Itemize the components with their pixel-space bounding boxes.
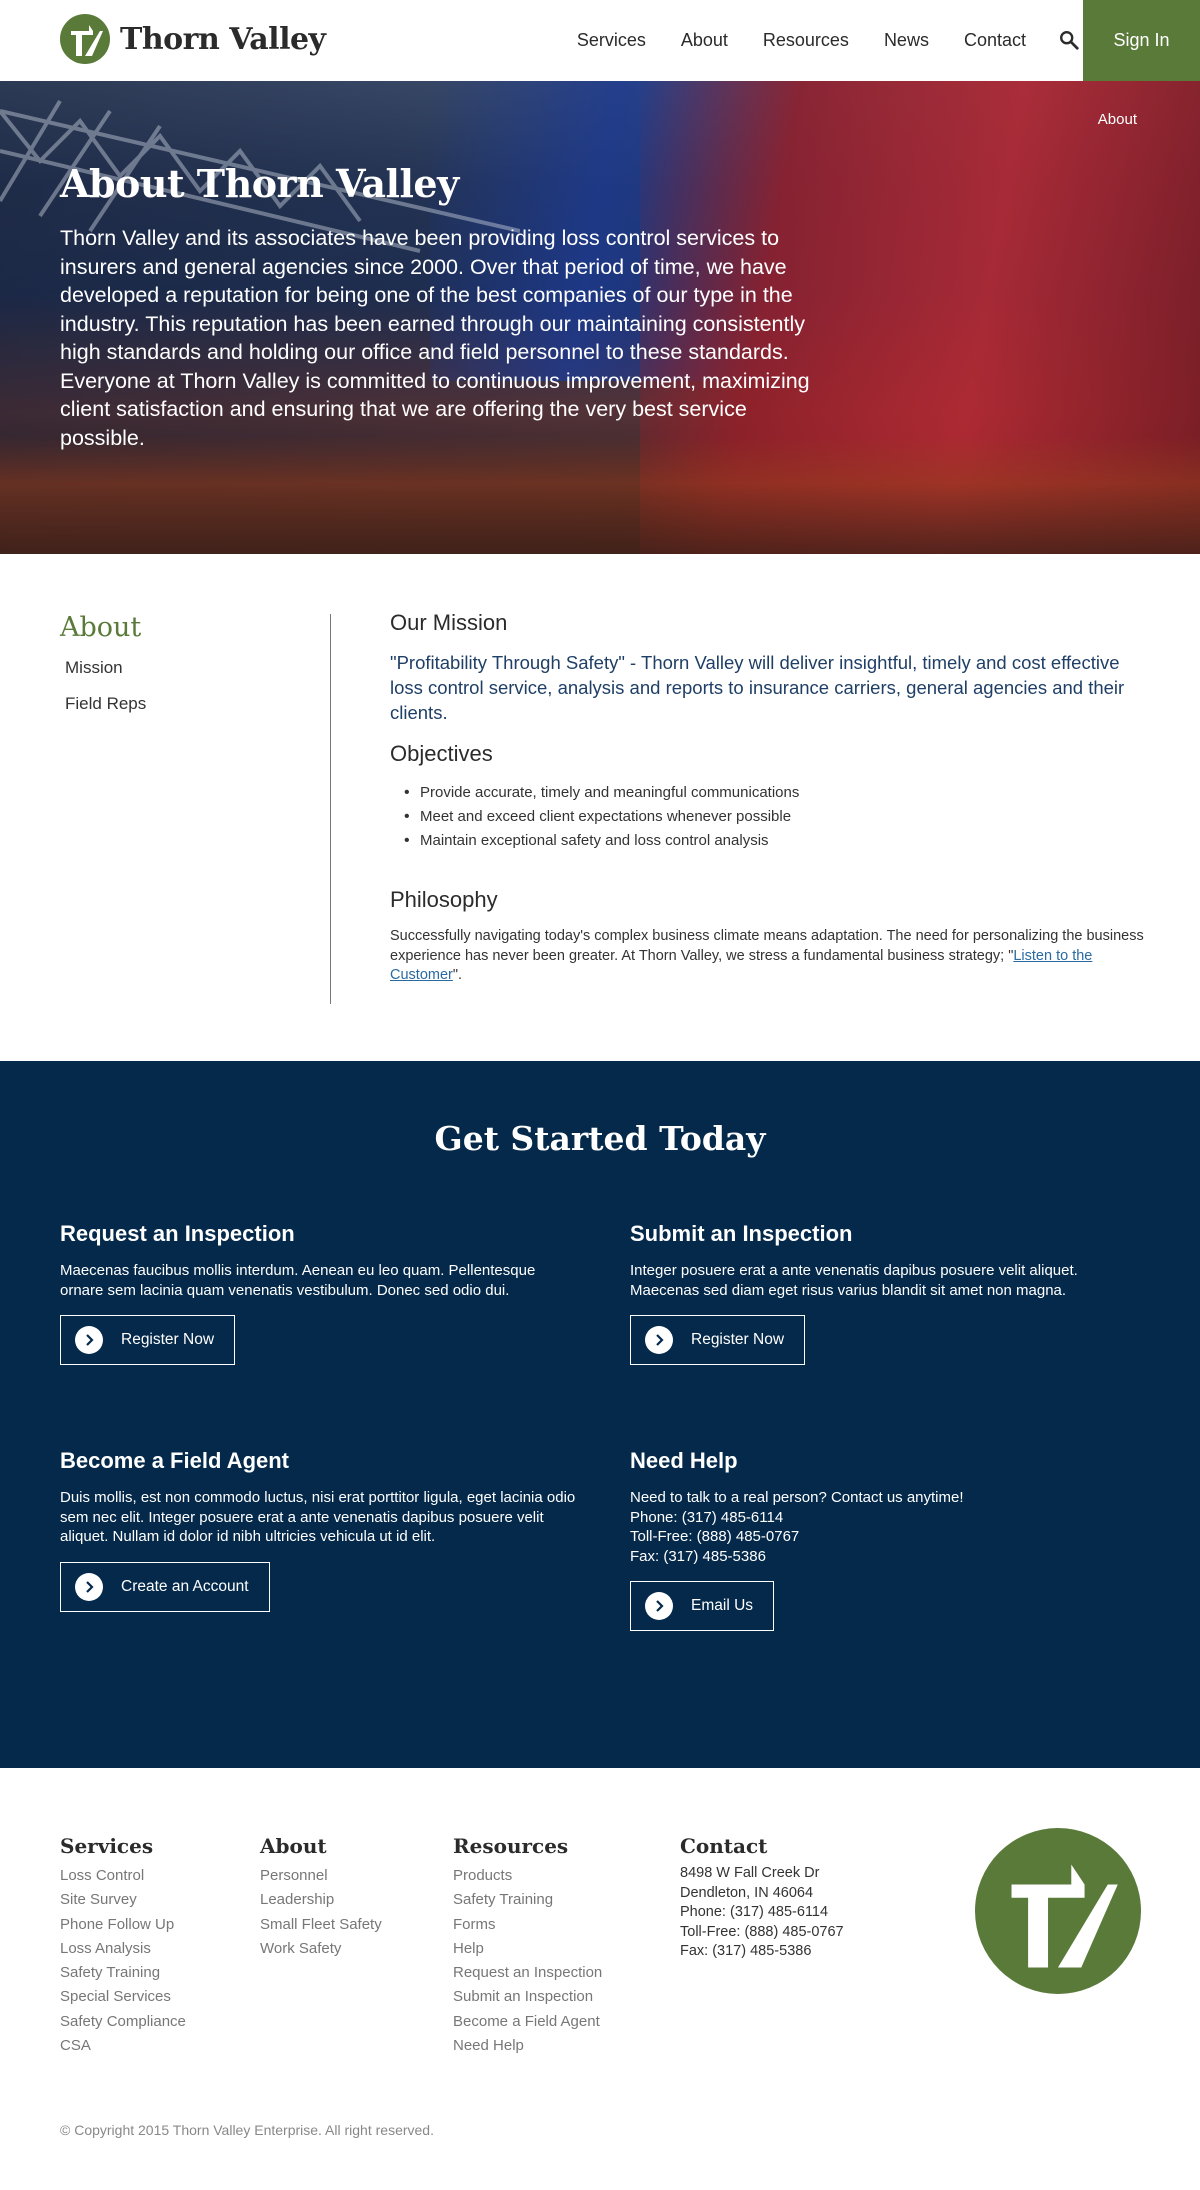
search-icon[interactable] bbox=[1058, 29, 1080, 51]
register-now-button[interactable]: Register Now bbox=[630, 1315, 806, 1365]
contact-address-line-2: Dendleton, IN 46064 bbox=[680, 1884, 814, 1901]
thorn-valley-logo-icon bbox=[60, 14, 110, 64]
card-text: Duis mollis, est non commodo luctus, nis… bbox=[60, 1489, 576, 1545]
card-text: Maecenas faucibus mollis interdum. Aenea… bbox=[60, 1262, 536, 1299]
objectives-heading: Objectives bbox=[390, 741, 493, 766]
philosophy-heading: Philosophy bbox=[390, 887, 498, 912]
card-title: Become a Field Agent bbox=[60, 1448, 290, 1473]
copyright-text: © Copyright 2015 Thorn Valley Enterprise… bbox=[60, 2122, 434, 2138]
chevron-right-circle-icon bbox=[75, 1326, 103, 1354]
list-item: Meet and exceed client expectations when… bbox=[402, 805, 1150, 829]
footer-about-column: About Personnel Leadership Small Fleet S… bbox=[260, 1834, 382, 1961]
chevron-right-circle-icon bbox=[645, 1326, 673, 1354]
footer-link[interactable]: Submit an Inspection bbox=[453, 1985, 602, 2009]
footer-link[interactable]: Phone Follow Up bbox=[60, 1913, 186, 1937]
nav-contact[interactable]: Contact bbox=[964, 30, 1026, 51]
footer-heading: About bbox=[260, 1834, 327, 1858]
list-item: Maintain exceptional safety and loss con… bbox=[402, 829, 1150, 853]
chevron-right-circle-icon bbox=[645, 1592, 673, 1620]
nav-services[interactable]: Services bbox=[577, 30, 646, 51]
register-now-button[interactable]: Register Now bbox=[60, 1315, 236, 1365]
contact-phone: Phone: (317) 485-6114 bbox=[680, 1904, 829, 1920]
footer-link[interactable]: Become a Field Agent bbox=[453, 2010, 602, 2034]
card-title: Need Help bbox=[630, 1448, 738, 1473]
footer-link[interactable]: Leadership bbox=[260, 1888, 382, 1912]
get-started-title: Get Started Today bbox=[434, 1119, 766, 1158]
footer-services-column: Services Loss Control Site Survey Phone … bbox=[60, 1834, 186, 2058]
email-us-button[interactable]: Email Us bbox=[630, 1581, 775, 1631]
footer-link[interactable]: Safety Compliance bbox=[60, 2010, 186, 2034]
sidebar-divider bbox=[330, 614, 331, 1004]
help-text: Need to talk to a real person? Contact u… bbox=[630, 1489, 964, 1506]
card-text: Need to talk to a real person? Contact u… bbox=[630, 1488, 1150, 1566]
contact-tollfree: Toll-Free: (888) 485-0767 bbox=[680, 1923, 844, 1940]
button-label: Create an Account bbox=[121, 1577, 249, 1595]
hero-intro-text: Thorn Valley and its associates have bee… bbox=[60, 226, 810, 450]
footer-heading: Services bbox=[60, 1834, 154, 1858]
footer-link[interactable]: Personnel bbox=[260, 1864, 382, 1888]
page-title: About Thorn Valley bbox=[60, 161, 459, 206]
help-fax: Fax: (317) 485-5386 bbox=[630, 1547, 766, 1565]
footer-link[interactable]: Work Safety bbox=[260, 1937, 382, 1961]
footer-link[interactable]: Request an Inspection bbox=[453, 1961, 602, 1985]
footer-link[interactable]: CSA bbox=[60, 2034, 186, 2058]
footer-link[interactable]: Need Help bbox=[453, 2034, 602, 2058]
chevron-right-circle-icon bbox=[75, 1572, 103, 1601]
card-field-agent: Become a Field Agent Duis mollis, est no… bbox=[60, 1448, 580, 1612]
hero-banner: About About Thorn Valley Thorn Valley an… bbox=[0, 81, 1200, 554]
footer-link[interactable]: Help bbox=[453, 1937, 602, 1961]
about-section: About Mission Field Reps Our Mission "Pr… bbox=[0, 554, 1200, 1061]
nav-news[interactable]: News bbox=[884, 30, 929, 51]
mission-heading: Our Mission bbox=[390, 610, 508, 635]
breadcrumb[interactable]: About bbox=[1098, 111, 1137, 128]
footer-link[interactable]: Safety Training bbox=[60, 1961, 186, 1985]
site-footer: Services Loss Control Site Survey Phone … bbox=[0, 1768, 1200, 2190]
about-content: Our Mission "Profitability Through Safet… bbox=[390, 610, 1150, 986]
footer-link[interactable]: Small Fleet Safety bbox=[260, 1913, 382, 1937]
footer-link[interactable]: Forms bbox=[453, 1913, 602, 1937]
logo-link[interactable]: Thorn Valley bbox=[60, 14, 326, 64]
sidebar-title: About bbox=[60, 612, 142, 643]
get-started-section: Get Started Today Request an Inspection … bbox=[0, 1061, 1200, 1768]
philosophy-end: ". bbox=[452, 967, 463, 983]
footer-link[interactable]: Safety Training bbox=[453, 1888, 602, 1912]
footer-heading: Contact bbox=[680, 1834, 768, 1858]
footer-contact-column: Contact 8498 W Fall Creek Dr Dendleton, … bbox=[680, 1834, 844, 1962]
card-title: Submit an Inspection bbox=[630, 1221, 853, 1246]
footer-link[interactable]: Loss Analysis bbox=[60, 1937, 186, 1961]
nav-about[interactable]: About bbox=[681, 30, 728, 51]
sidebar-item-field-reps[interactable]: Field Reps bbox=[65, 694, 146, 714]
mission-text: "Profitability Through Safety" - Thorn V… bbox=[390, 652, 1125, 723]
contact-fax: Fax: (317) 485-5386 bbox=[680, 1943, 812, 1959]
sidebar-item-mission[interactable]: Mission bbox=[65, 658, 123, 678]
objectives-list: Provide accurate, timely and meaningful … bbox=[402, 781, 1150, 853]
card-need-help: Need Help Need to talk to a real person?… bbox=[630, 1448, 1150, 1631]
logo-text: Thorn Valley bbox=[120, 21, 326, 57]
help-phone: Phone: (317) 485-6114 bbox=[630, 1508, 784, 1526]
hero-bg-bottom bbox=[0, 436, 1200, 554]
contact-address-line-1: 8498 W Fall Creek Dr bbox=[680, 1865, 820, 1881]
help-tollfree: Toll-Free: (888) 485-0767 bbox=[630, 1528, 800, 1545]
card-text: Integer posuere erat a ante venenatis da… bbox=[630, 1262, 1078, 1299]
footer-resources-column: Resources Products Safety Training Forms… bbox=[453, 1834, 602, 2058]
thorn-valley-logo-icon bbox=[975, 1828, 1141, 1994]
philosophy-text: Successfully navigating today's complex … bbox=[390, 927, 1150, 986]
footer-link[interactable]: Loss Control bbox=[60, 1864, 186, 1888]
card-request-inspection: Request an Inspection Maecenas faucibus … bbox=[60, 1221, 580, 1365]
create-account-button[interactable]: Create an Account bbox=[60, 1561, 270, 1612]
footer-link[interactable]: Site Survey bbox=[60, 1888, 186, 1912]
list-item: Provide accurate, timely and meaningful … bbox=[402, 781, 1150, 805]
button-label: Register Now bbox=[121, 1331, 215, 1348]
sign-in-button[interactable]: Sign In bbox=[1083, 0, 1200, 81]
button-label: Register Now bbox=[691, 1331, 785, 1348]
footer-heading: Resources bbox=[453, 1834, 569, 1858]
footer-link[interactable]: Special Services bbox=[60, 1985, 186, 2009]
site-header: Thorn Valley Services About Resources Ne… bbox=[0, 0, 1200, 81]
card-title: Request an Inspection bbox=[60, 1221, 295, 1246]
footer-link[interactable]: Products bbox=[453, 1864, 602, 1888]
card-submit-inspection: Submit an Inspection Integer posuere era… bbox=[630, 1221, 1150, 1365]
button-label: Email Us bbox=[691, 1597, 754, 1614]
nav-resources[interactable]: Resources bbox=[763, 30, 849, 51]
main-nav: Services About Resources News Contact bbox=[542, 0, 1080, 81]
